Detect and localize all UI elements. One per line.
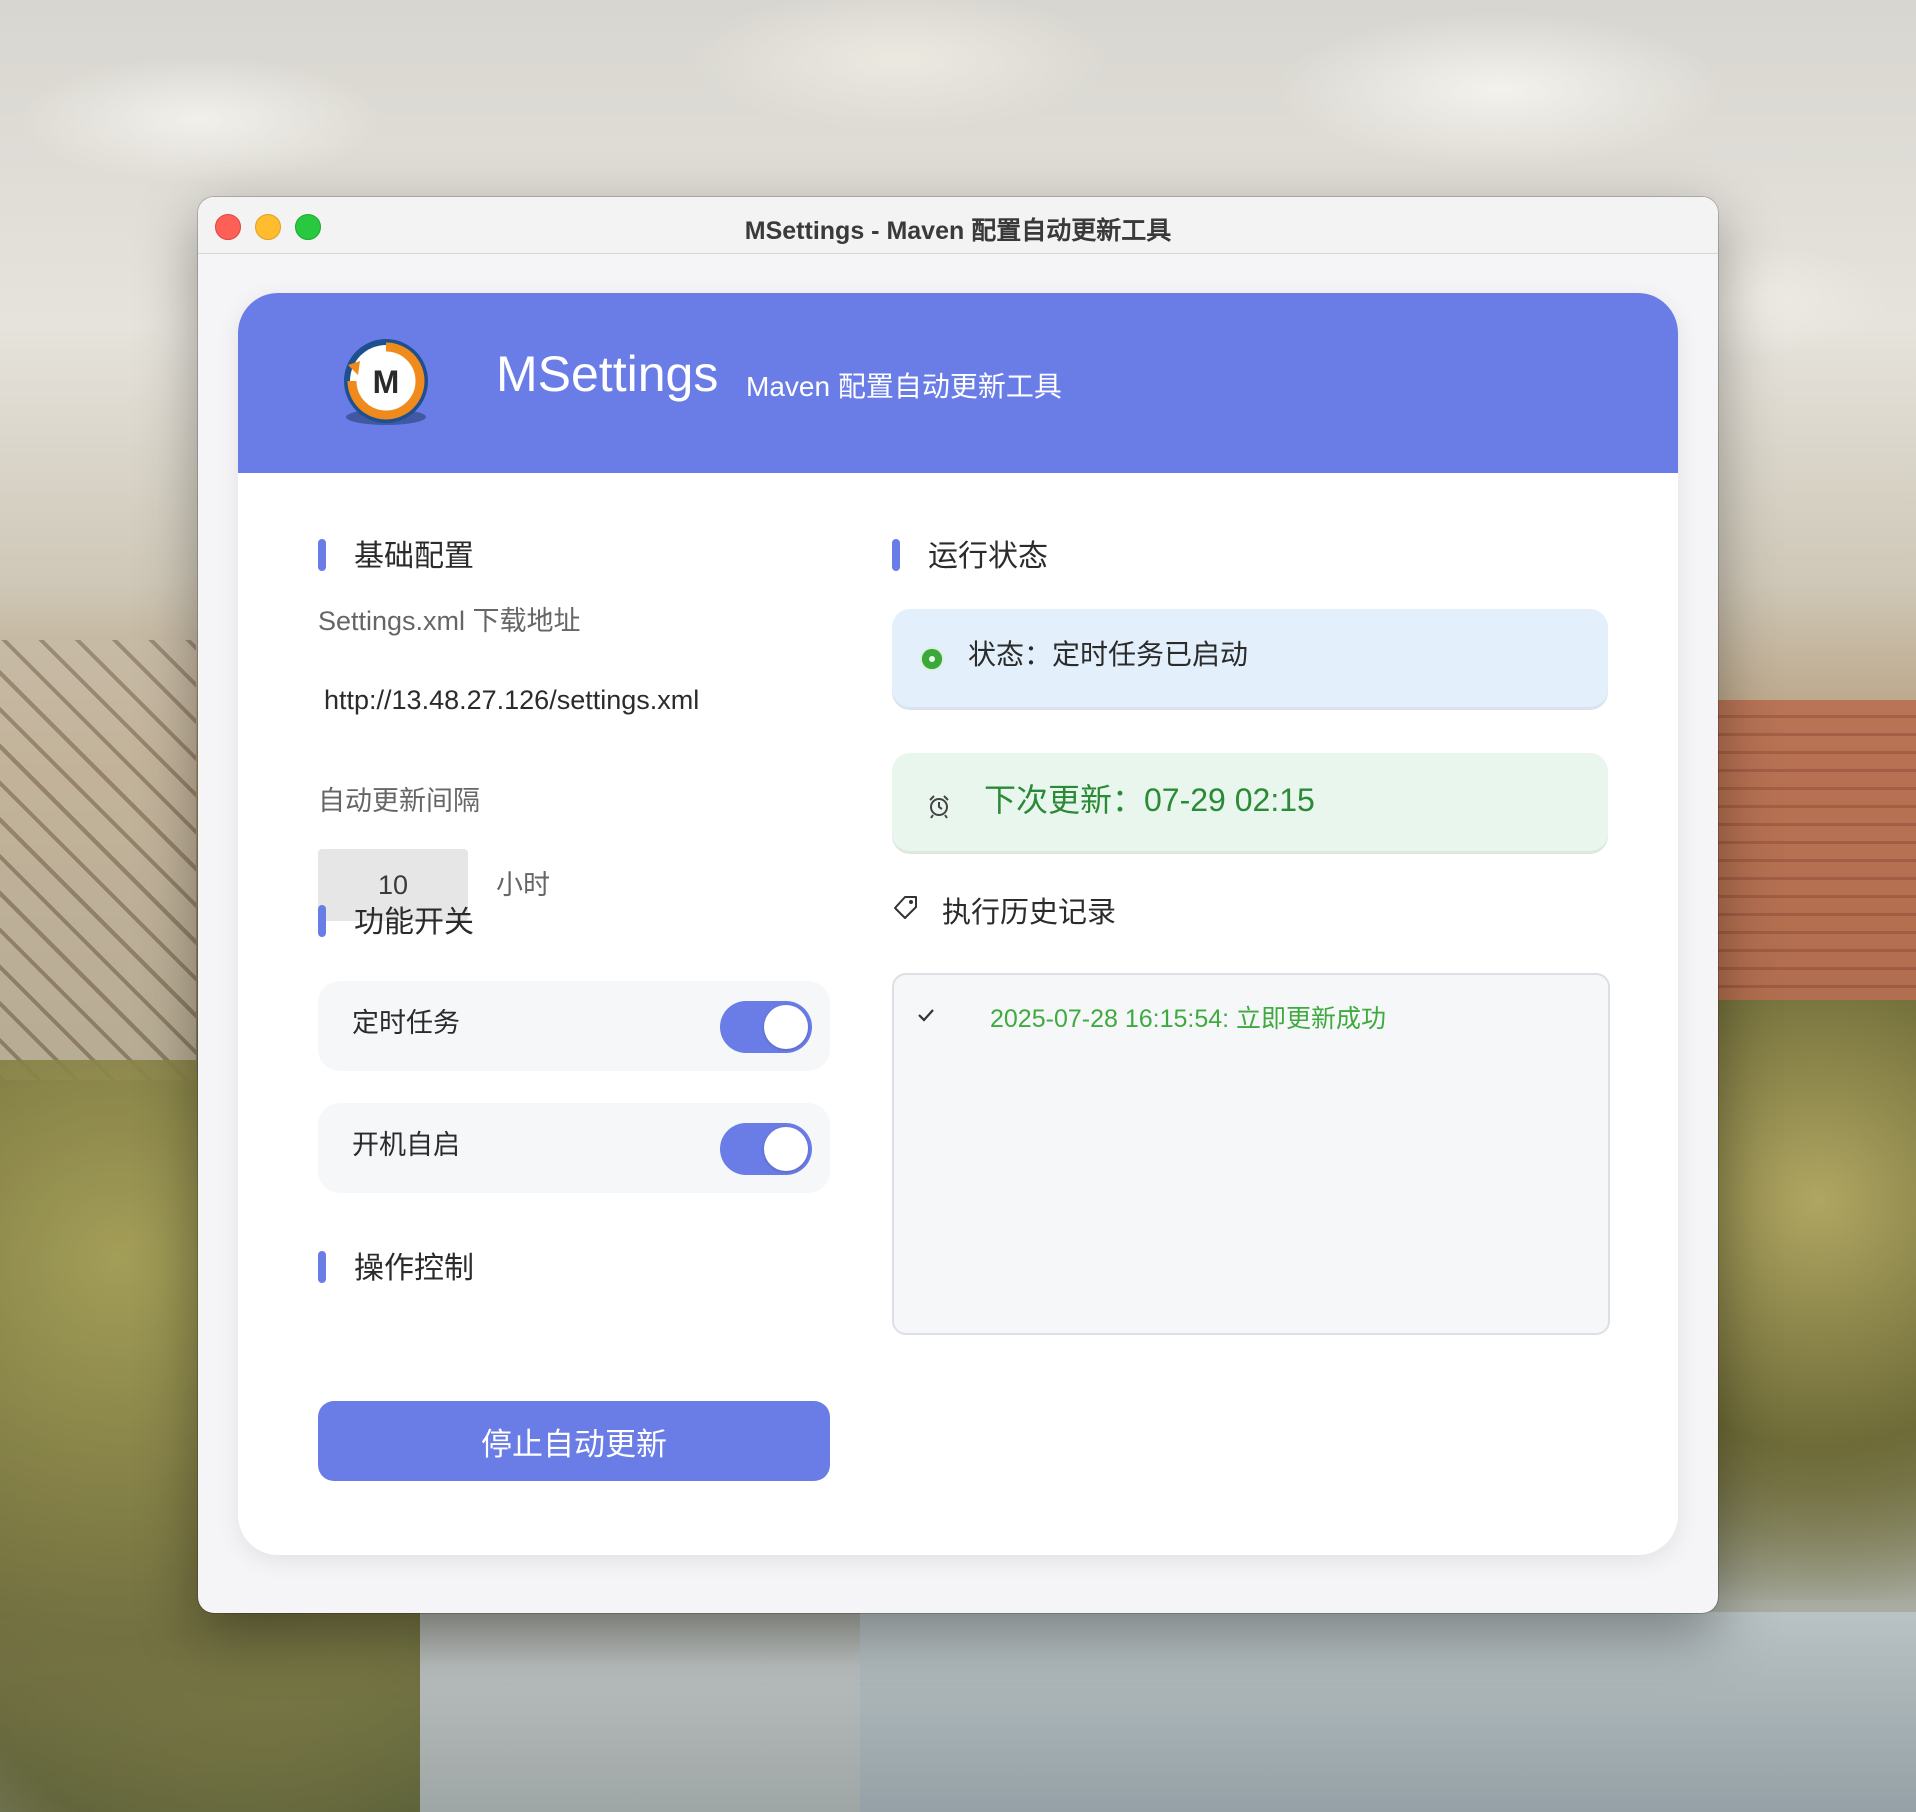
toggle-knob (764, 1005, 808, 1049)
interval-label: 自动更新间隔 (318, 786, 480, 816)
url-label: Settings.xml 下载地址 (318, 606, 581, 636)
autostart-switch-label: 开机自启 (352, 1130, 460, 1160)
toggle-knob (764, 1127, 808, 1171)
window-title: MSettings - Maven 配置自动更新工具 (744, 217, 1172, 245)
section-marker (892, 539, 900, 571)
alarm-clock-icon (929, 795, 949, 819)
tag-icon (894, 896, 917, 919)
app-subtitle: Maven 配置自动更新工具 (746, 371, 1062, 402)
url-field[interactable]: http://13.48.27.126/settings.xml (324, 685, 699, 716)
status-text: 状态：定时任务已启动 (968, 639, 1249, 670)
autostart-switch-row: 开机自启 (318, 1103, 830, 1193)
schedule-switch-row: 定时任务 (318, 981, 830, 1071)
section-marker (318, 1251, 326, 1283)
schedule-toggle[interactable] (720, 1001, 812, 1053)
controls-title: 操作控制 (354, 1252, 474, 1285)
background-bridge (0, 640, 196, 1080)
app-window: MSettings - Maven 配置自动更新工具 M MSettings M… (198, 197, 1718, 1613)
history-title: 执行历史记录 (942, 897, 1117, 929)
schedule-switch-label: 定时任务 (352, 1008, 460, 1038)
app-name: MSettings (496, 346, 719, 402)
autostart-toggle[interactable] (720, 1123, 812, 1175)
status-panel: 状态：定时任务已启动 (892, 609, 1608, 707)
title-bar[interactable]: MSettings - Maven 配置自动更新工具 (198, 197, 1718, 254)
history-item-text: 2025-07-28 16:15:54: 立即更新成功 (990, 1005, 1387, 1033)
background-trees-right (1718, 1000, 1916, 1600)
main-card: M MSettings Maven 配置自动更新工具 基础配置 Settings… (238, 293, 1678, 1555)
history-list[interactable]: 2025-07-28 16:15:54: 立即更新成功 (892, 973, 1610, 1335)
app-header: M MSettings Maven 配置自动更新工具 (238, 293, 1678, 473)
section-marker (318, 539, 326, 571)
status-indicator-icon (922, 649, 942, 669)
runtime-title: 运行状态 (928, 540, 1048, 573)
next-update-panel: 下次更新：07-29 02:15 (892, 753, 1608, 851)
app-logo-icon: M (344, 339, 428, 425)
basic-config-title: 基础配置 (354, 540, 474, 573)
next-update-text: 下次更新：07-29 02:15 (984, 782, 1315, 818)
svg-text:M: M (373, 364, 400, 400)
features-title: 功能开关 (354, 906, 474, 939)
section-marker (318, 905, 326, 937)
check-icon (918, 1009, 934, 1022)
stop-auto-update-button[interactable]: 停止自动更新 (318, 1401, 830, 1481)
background-canal (860, 1612, 1916, 1812)
history-header: 执行历史记录 (892, 889, 1492, 929)
interval-unit: 小时 (496, 870, 550, 900)
